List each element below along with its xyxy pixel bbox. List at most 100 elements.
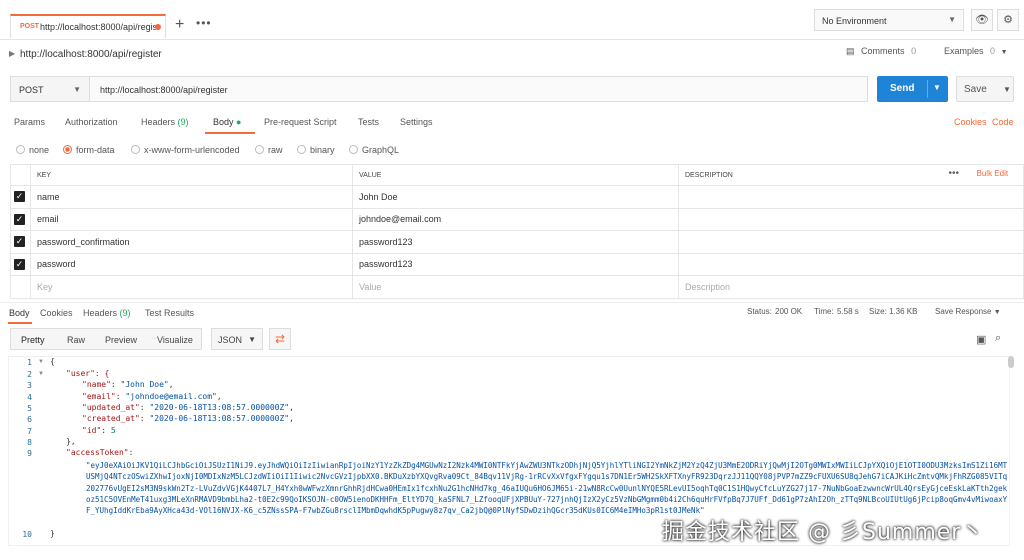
checkbox-checked-icon: ✓ xyxy=(14,236,25,248)
radio-selected-icon xyxy=(63,145,72,154)
unsaved-dot-icon xyxy=(155,24,161,30)
response-tab-test-results[interactable]: Test Results xyxy=(145,308,194,318)
examples-button[interactable]: Examples 0 ▼ xyxy=(944,46,1008,56)
json-key: "name" xyxy=(82,380,111,389)
tab-body-label: Body xyxy=(213,117,234,127)
key-cell[interactable]: email xyxy=(30,207,353,231)
row-checkbox[interactable]: ✓ xyxy=(10,207,31,231)
tab-tests[interactable]: Tests xyxy=(358,117,379,127)
radio-circle-icon xyxy=(297,145,306,154)
radio-circle-icon xyxy=(131,145,140,154)
value-cell[interactable]: John Doe xyxy=(352,185,679,209)
eye-icon[interactable]: 👁 xyxy=(971,9,993,31)
cookies-link[interactable]: Cookies xyxy=(954,117,987,127)
radio-binary[interactable]: binary xyxy=(297,145,335,155)
json-key: "email" xyxy=(82,392,116,401)
wrap-lines-icon[interactable]: ⇄ xyxy=(269,328,291,350)
copy-icon[interactable]: ▣ xyxy=(976,333,986,346)
save-label: Save xyxy=(964,84,987,95)
tab-headers[interactable]: Headers (9) xyxy=(141,117,189,127)
key-cell[interactable]: password_confirmation xyxy=(30,230,353,254)
row-checkbox[interactable]: ✓ xyxy=(10,185,31,209)
radio-form-data[interactable]: form-data xyxy=(63,145,115,155)
radio-graphql[interactable]: GraphQL xyxy=(349,145,399,155)
description-placeholder[interactable]: Description xyxy=(678,275,1024,299)
format-tab-raw[interactable]: Raw xyxy=(67,335,85,345)
environment-label: No Environment xyxy=(822,16,887,26)
description-cell[interactable] xyxy=(678,185,1024,209)
description-cell[interactable] xyxy=(678,207,1024,231)
row-checkbox[interactable]: ✓ xyxy=(10,230,31,254)
key-cell[interactable]: name xyxy=(30,185,353,209)
code-link[interactable]: Code xyxy=(992,117,1014,127)
tab-params[interactable]: Params xyxy=(14,117,45,127)
format-tab-preview[interactable]: Preview xyxy=(105,335,137,345)
radio-x-www-form-urlencoded[interactable]: x-www-form-urlencoded xyxy=(131,145,240,155)
description-column-header: DESCRIPTION ••• Bulk Edit xyxy=(678,164,1024,186)
tab-settings[interactable]: Settings xyxy=(400,117,433,127)
request-tabs: Params Authorization Headers (9) Body ● … xyxy=(0,112,1024,134)
tab-body[interactable]: Body ● xyxy=(213,117,241,127)
format-select[interactable]: JSON ▼ xyxy=(211,328,263,350)
examples-label: Examples xyxy=(944,46,984,56)
gear-icon[interactable]: ⚙ xyxy=(997,9,1019,31)
table-row: ✓ password_confirmation password123 xyxy=(10,230,1024,254)
line-number: 7 xyxy=(27,427,32,436)
comments-button[interactable]: ▤ Comments 0 xyxy=(846,46,916,57)
save-response-button[interactable]: Save Response ▼ xyxy=(935,307,1001,316)
environment-select[interactable]: No Environment ▼ xyxy=(814,9,964,31)
examples-count: 0 xyxy=(990,46,996,56)
code-line: "email": "johndoe@email.com", xyxy=(82,392,222,401)
value-placeholder[interactable]: Value xyxy=(352,275,679,299)
chevron-down-icon[interactable]: ▼ xyxy=(1003,85,1011,94)
chevron-down-icon[interactable]: ▼ xyxy=(933,83,941,92)
radio-raw[interactable]: raw xyxy=(255,145,283,155)
request-tab[interactable]: POST http://localhost:8000/api/regis xyxy=(10,14,166,38)
bulk-edit-link[interactable]: Bulk Edit xyxy=(977,169,1009,178)
value-cell[interactable]: password123 xyxy=(352,230,679,254)
more-tabs-icon[interactable]: ••• xyxy=(196,16,212,30)
chevron-down-icon: ▼ xyxy=(1000,49,1008,56)
tab-prerequest-script[interactable]: Pre-request Script xyxy=(264,117,337,127)
json-value: "John Doe" xyxy=(120,380,169,389)
code-line: { xyxy=(50,357,55,366)
line-number: 3 xyxy=(27,381,32,390)
format-tab-pretty[interactable]: Pretty xyxy=(21,335,45,345)
value-cell[interactable]: johndoe@email.com xyxy=(352,207,679,231)
chevron-down-icon: ▼ xyxy=(993,309,1001,316)
tab-headers-count: (9) xyxy=(177,117,189,127)
new-tab-plus-icon[interactable]: + xyxy=(175,16,184,34)
key-cell[interactable]: password xyxy=(30,252,353,276)
collapse-arrow-icon[interactable]: ▶ xyxy=(9,49,15,58)
response-tab-body[interactable]: Body xyxy=(9,308,30,318)
more-options-icon[interactable]: ••• xyxy=(949,168,960,179)
fold-arrow-icon[interactable]: ▼ xyxy=(38,359,44,365)
method-select[interactable]: POST ▼ xyxy=(10,76,90,102)
row-checkbox[interactable]: ✓ xyxy=(10,252,31,276)
send-button[interactable]: Send ▼ xyxy=(877,76,948,102)
key-placeholder[interactable]: Key xyxy=(30,275,353,299)
description-cell[interactable] xyxy=(678,252,1024,276)
url-input[interactable]: http://localhost:8000/api/register xyxy=(90,76,868,102)
table-row-placeholder: Key Value Description xyxy=(10,275,1024,299)
method-label: POST xyxy=(19,85,44,95)
access-token-value: "eyJ0eXAiOiJKV1QiLCJhbGciOiJSUzI1NiJ9.ey… xyxy=(86,461,1008,516)
scrollbar[interactable] xyxy=(1008,356,1014,368)
checkbox-checked-icon: ✓ xyxy=(14,213,25,225)
search-icon[interactable]: ⌕ xyxy=(995,332,1001,345)
value-cell[interactable]: password123 xyxy=(352,252,679,276)
line-number: 4 xyxy=(27,393,32,402)
fold-arrow-icon[interactable]: ▼ xyxy=(38,371,44,377)
comment-icon: ▤ xyxy=(846,46,855,56)
tab-authorization[interactable]: Authorization xyxy=(65,117,118,127)
code-line: "name": "John Doe", xyxy=(82,380,174,389)
table-row: ✓ email johndoe@email.com xyxy=(10,207,1024,231)
description-cell[interactable] xyxy=(678,230,1024,254)
line-number: 10 xyxy=(22,530,32,539)
key-column-header: KEY xyxy=(30,164,353,186)
response-tab-headers[interactable]: Headers (9) xyxy=(83,308,131,318)
radio-none[interactable]: none xyxy=(16,145,49,155)
save-button[interactable]: Save ▼ xyxy=(956,76,1014,102)
response-tab-cookies[interactable]: Cookies xyxy=(40,308,73,318)
format-tab-visualize[interactable]: Visualize xyxy=(157,335,193,345)
